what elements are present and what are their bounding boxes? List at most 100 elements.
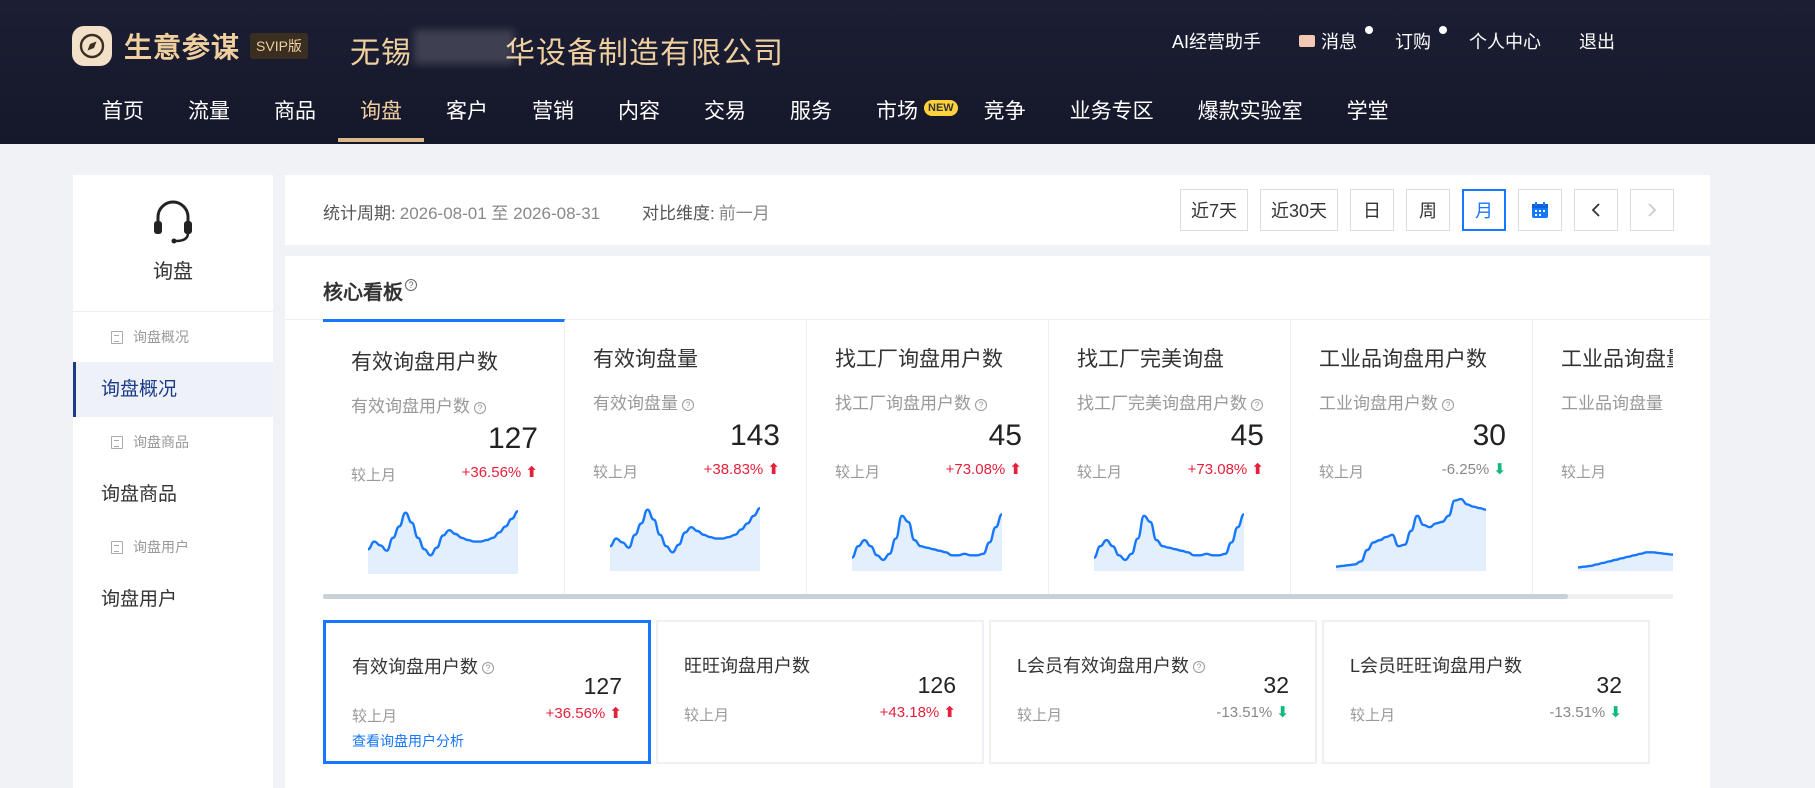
headset-icon (73, 175, 273, 247)
metric-card[interactable]: 工业品询盘量工业品询盘量较上月 (1533, 319, 1673, 597)
nav-item-label: 客户 (446, 100, 488, 123)
metric-card[interactable]: 找工厂询盘用户数 找工厂询盘用户数? 45 较上月 +73.08% ⬆ (807, 319, 1049, 597)
nav-item-7[interactable]: 交易 (682, 92, 768, 144)
help-icon[interactable]: ? (1251, 398, 1263, 411)
nav-item-10[interactable]: 竞争 (962, 92, 1048, 144)
sub-metric-title: L会员旺旺询盘用户数 (1350, 652, 1522, 678)
sub-metric-card[interactable]: 旺旺询盘用户数 126 较上月 +43.18% ⬆ (656, 620, 984, 764)
metric-card-change: +36.56% ⬆ (462, 463, 538, 481)
nav-item-4[interactable]: 客户 (424, 92, 510, 144)
nav-item-label: 竞争 (983, 100, 1026, 123)
sidebar-item-0[interactable]: 询盘概况 (73, 362, 273, 417)
scrollbar-thumb[interactable] (323, 594, 1568, 599)
nav-item-13[interactable]: 学堂 (1325, 92, 1411, 144)
next-period-button[interactable] (1630, 189, 1674, 231)
sub-metric-card[interactable]: L会员旺旺询盘用户数 32 较上月 -13.51% ⬇ (1322, 620, 1650, 764)
nav-item-11[interactable]: 业务专区 (1048, 92, 1176, 144)
sidebar-title: 询盘 (153, 261, 193, 283)
sub-metric-title-text: 旺旺询盘用户数 (684, 656, 810, 676)
brand[interactable]: 生意参谋 SVIP版 (72, 24, 308, 68)
user-link-0[interactable]: AI经营助手 (1172, 28, 1261, 54)
metric-card-value: 143 (729, 419, 780, 452)
help-icon[interactable]: ? (405, 279, 417, 291)
sidebar-group-label: 询盘商品 (133, 434, 189, 450)
period-30d-button[interactable]: 近30天 (1259, 189, 1338, 231)
period-7d-button[interactable]: 近7天 (1179, 189, 1248, 231)
nav-item-9[interactable]: 市场 NEW (854, 92, 962, 144)
metric-card-subtitle: 工业询盘用户数? (1319, 389, 1454, 414)
nav-item-6[interactable]: 内容 (596, 92, 682, 144)
user-link-label: AI经营助手 (1171, 32, 1261, 52)
help-icon[interactable]: ? (682, 398, 694, 411)
nav-item-3[interactable]: 询盘 (338, 92, 424, 144)
user-link-2[interactable]: 订购 (1395, 26, 1447, 54)
panel-title-text: 核心看板 (323, 282, 403, 304)
user-link-label: 退出 (1579, 32, 1615, 52)
masked-text-block (414, 30, 514, 64)
change-value: +36.56% (461, 464, 522, 481)
change-value: +43.18% (879, 704, 940, 721)
metric-card-title: 有效询盘量 (593, 348, 698, 371)
notification-dot (1439, 26, 1447, 34)
nav-item-2[interactable]: 商品 (252, 92, 338, 144)
nav-item-12[interactable]: 爆款实验室 (1176, 92, 1325, 144)
sub-metric-title: L会员有效询盘用户数? (1017, 652, 1206, 678)
mail-icon (1299, 35, 1315, 47)
sparkline-chart (609, 507, 761, 571)
sidebar-item-1[interactable]: 询盘商品 (73, 467, 273, 522)
sub-metric-value: 127 (583, 673, 622, 699)
metric-card[interactable]: 有效询盘用户数 有效询盘用户数? 127 较上月 +36.56% ⬆ (323, 319, 565, 597)
user-link-4[interactable]: 退出 (1579, 28, 1615, 54)
metric-card-subtitle-text: 工业品询盘量 (1561, 394, 1663, 413)
arrow-up-icon: ⬆ (763, 461, 780, 478)
sub-metric-title: 旺旺询盘用户数 (684, 652, 810, 678)
nav-item-0[interactable]: 首页 (80, 92, 166, 144)
period-month-button[interactable]: 月 (1462, 189, 1506, 231)
metric-card[interactable]: 工业品询盘用户数 工业询盘用户数? 30 较上月 -6.25% ⬇ (1291, 319, 1533, 597)
nav-item-8[interactable]: 服务 (768, 92, 854, 144)
help-icon[interactable]: ? (482, 662, 494, 675)
sidebar-item-2[interactable]: 询盘用户 (73, 572, 273, 627)
horizontal-scrollbar[interactable] (323, 594, 1673, 599)
compare-dimension-value[interactable]: 前一月 (719, 204, 770, 223)
nav-item-label: 市场 (876, 100, 918, 123)
metric-card-value: 127 (487, 422, 538, 455)
sub-metric-title-text: 有效询盘用户数 (352, 657, 478, 677)
metric-card-change: +38.83% ⬆ (704, 460, 780, 478)
calendar-button[interactable] (1518, 189, 1562, 231)
metric-card[interactable]: 找工厂完美询盘 找工厂完美询盘用户数? 45 较上月 +73.08% ⬆ (1049, 319, 1291, 597)
nav-item-label: 业务专区 (1069, 100, 1154, 123)
prev-period-button[interactable] (1574, 189, 1618, 231)
user-links: AI经营助手 消息 订购 个人中心 退出 (1134, 26, 1615, 54)
user-link-label: 个人中心 (1469, 32, 1541, 52)
change-value: +73.08% (1187, 461, 1248, 478)
sub-metric-card[interactable]: L会员有效询盘用户数? 32 较上月 -13.51% ⬇ (989, 620, 1317, 764)
compare-label: 较上月 (593, 464, 639, 481)
sub-metric-card[interactable]: 有效询盘用户数? 127 较上月 +36.56% ⬆ 查看询盘用户分析 (323, 620, 651, 764)
period-week-button[interactable]: 周 (1406, 189, 1450, 231)
sub-metric-cards: 有效询盘用户数? 127 较上月 +36.56% ⬆ 查看询盘用户分析 旺旺询盘用户数 12… (323, 620, 1650, 764)
nav-item-1[interactable]: 流量 (166, 92, 252, 144)
user-analysis-link[interactable]: 查看询盘用户分析 (352, 731, 464, 751)
nav-item-5[interactable]: 营销 (510, 92, 596, 144)
compass-logo-icon (72, 26, 112, 66)
stat-period-value[interactable]: 2026-08-01 至 2026-08-31 (400, 204, 600, 223)
nav-item-label: 爆款实验室 (1197, 100, 1303, 123)
help-icon[interactable]: ? (1442, 398, 1454, 411)
help-icon[interactable]: ? (975, 398, 987, 411)
sparkline-chart (851, 513, 1003, 571)
metric-card[interactable]: 有效询盘量 有效询盘量? 143 较上月 +38.83% ⬆ (565, 319, 807, 597)
arrow-up-icon: ⬆ (1247, 461, 1264, 478)
user-link-1[interactable]: 消息 (1299, 26, 1373, 54)
sub-metric-change: -13.51% ⬇ (1216, 703, 1289, 721)
period-day-button[interactable]: 日 (1350, 189, 1394, 231)
compare-label: 较上月 (1017, 707, 1063, 724)
sparkline-chart (1093, 513, 1245, 571)
change-value: +38.83% (703, 461, 764, 478)
help-icon[interactable]: ? (474, 401, 486, 414)
notification-dot (1365, 26, 1373, 34)
metric-card-subtitle: 有效询盘用户数? (351, 392, 486, 417)
user-link-3[interactable]: 个人中心 (1469, 28, 1541, 54)
help-icon[interactable]: ? (1193, 661, 1206, 674)
compare-label: 较上月 (1077, 464, 1123, 481)
